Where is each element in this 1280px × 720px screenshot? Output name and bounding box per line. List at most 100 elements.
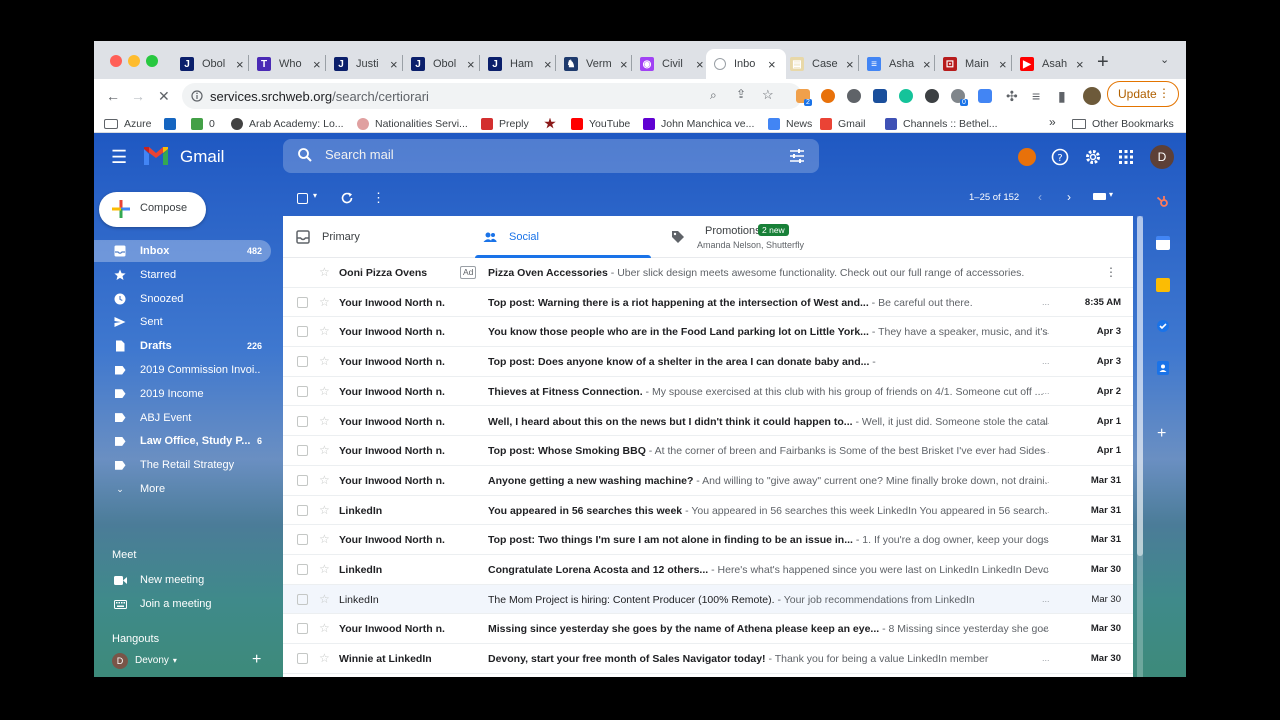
extension-blue-icon[interactable] — [873, 89, 887, 103]
star-icon[interactable]: ☆ — [319, 443, 330, 457]
input-tools-icon[interactable] — [1093, 193, 1106, 200]
browser-tab-8[interactable]: ▤ Case × — [782, 49, 856, 79]
update-button[interactable]: Update ⋮ — [1107, 81, 1179, 107]
bookmark-2[interactable]: 0 — [191, 116, 215, 131]
browser-tab-2[interactable]: J Justi × — [326, 49, 400, 79]
sidebar-item-drafts[interactable]: Drafts 226 — [94, 335, 271, 357]
search-options-icon[interactable] — [789, 148, 805, 164]
tab-close-icon[interactable]: × — [620, 57, 628, 72]
older-page-icon[interactable]: › — [1067, 190, 1071, 204]
sidebar-item-inbox[interactable]: Inbox 482 — [94, 240, 271, 262]
tab-close-icon[interactable]: × — [999, 57, 1007, 72]
browser-tab-4[interactable]: J Ham × — [480, 49, 554, 79]
star-icon[interactable]: ☆ — [319, 414, 330, 428]
browser-tab-6[interactable]: ◉ Civil × — [632, 49, 706, 79]
bookmark-8[interactable]: John Manchica ve... — [643, 116, 754, 131]
row-checkbox[interactable] — [297, 385, 308, 397]
reading-list-icon[interactable]: ≡ — [1032, 88, 1040, 104]
more-actions-icon[interactable]: ⋮ — [372, 190, 385, 206]
keep-icon[interactable] — [1156, 278, 1170, 292]
extension-orange-icon[interactable] — [821, 89, 835, 103]
sidebar-item-snoozed[interactable]: Snoozed — [94, 288, 271, 310]
browser-tab-3[interactable]: J Obol × — [403, 49, 477, 79]
profile-avatar[interactable] — [1083, 87, 1101, 105]
zoom-icon[interactable]: ⌕ — [710, 88, 717, 103]
tab-close-icon[interactable]: × — [923, 57, 931, 72]
star-icon[interactable]: ☆ — [319, 384, 330, 398]
email-row[interactable]: ☆ Your Inwood North n. Well, I heard about… — [283, 407, 1133, 437]
search-bar[interactable] — [283, 139, 819, 173]
gmail-logo-icon[interactable] — [142, 145, 170, 167]
sidebar-item-2019-income[interactable]: 2019 Income — [94, 383, 271, 405]
email-row[interactable]: ☆ Winnie at LinkedIn Devony, start your fr… — [283, 644, 1133, 674]
tab-close-icon[interactable]: × — [1076, 57, 1084, 72]
bookmarks-overflow[interactable]: » — [1049, 114, 1056, 129]
contacts-icon[interactable] — [1156, 361, 1170, 375]
email-row[interactable]: ☆ Your Inwood North n. Top post: Two thing… — [283, 525, 1133, 555]
row-checkbox[interactable] — [297, 564, 308, 575]
tab-close-icon[interactable]: × — [696, 57, 704, 72]
account-avatar[interactable]: D — [1150, 145, 1174, 169]
row-checkbox[interactable] — [297, 356, 308, 368]
row-checkbox[interactable] — [297, 474, 308, 486]
add-hangout-icon[interactable]: + — [252, 651, 261, 669]
row-checkbox[interactable] — [297, 653, 308, 665]
sidebar-item-more[interactable]: ⌄ More — [94, 478, 271, 500]
email-row[interactable]: ☆ LinkedIn The Mom Project is hiring: Cont… — [283, 584, 1133, 615]
bookmark-5[interactable]: Preply — [481, 116, 529, 131]
minimize-window-button[interactable] — [128, 55, 140, 67]
tab-search-icon[interactable]: ⌄ — [1160, 53, 1169, 66]
bookmark-star-icon[interactable]: ☆ — [762, 87, 774, 103]
star-icon[interactable]: ☆ — [319, 265, 330, 279]
select-all-checkbox[interactable] — [297, 193, 308, 204]
forward-icon[interactable]: → — [131, 88, 145, 104]
compose-button[interactable]: Compose — [99, 192, 206, 227]
email-row[interactable]: ☆ Your Inwood North n. Missing since yeste… — [283, 614, 1133, 645]
email-row[interactable]: ☆ LinkedIn Congratulate Lorena Acosta and … — [283, 555, 1133, 585]
email-row[interactable]: ☆ Your Inwood North n. Anyone getting a ne… — [283, 466, 1133, 496]
new-tab-button[interactable]: + — [1097, 51, 1109, 74]
row-checkbox[interactable] — [297, 445, 308, 457]
input-tools-dropdown-icon[interactable]: ▾ — [1109, 190, 1113, 199]
zoom-window-button[interactable] — [146, 55, 158, 67]
email-row[interactable]: ☆ Your Inwood North n. Top post: Whose Smo… — [283, 436, 1133, 466]
tasks-icon[interactable] — [1156, 319, 1170, 333]
scrollbar-thumb[interactable] — [1137, 216, 1143, 556]
get-addons-icon[interactable]: + — [1157, 425, 1166, 443]
bookmark-4[interactable]: Nationalities Servi... — [357, 116, 468, 131]
row-checkbox[interactable] — [297, 593, 308, 605]
browser-tab-7[interactable]: Inbo × — [706, 49, 786, 79]
star-icon[interactable]: ☆ — [319, 354, 330, 368]
row-checkbox[interactable] — [297, 296, 308, 308]
help-icon[interactable]: ? — [1051, 148, 1069, 166]
new-meeting-item[interactable]: New meeting — [94, 569, 271, 591]
bookmark-6[interactable] — [544, 116, 562, 131]
bookmark-10[interactable]: Gmail — [820, 116, 865, 131]
search-input[interactable] — [325, 147, 755, 162]
tab-social[interactable]: Social — [470, 216, 658, 258]
extension-s-icon[interactable] — [978, 89, 992, 103]
extension-grammarly-icon[interactable] — [899, 89, 913, 103]
sidebar-item-sent[interactable]: Sent — [94, 311, 271, 333]
extension-pinterest-icon[interactable] — [847, 89, 861, 103]
row-checkbox[interactable] — [297, 415, 308, 427]
tab-close-icon[interactable]: × — [236, 57, 244, 72]
bookmark-11[interactable]: Channels :: Bethel... — [885, 116, 998, 131]
star-icon[interactable]: ☆ — [319, 562, 330, 576]
extension-dark-icon[interactable] — [925, 89, 939, 103]
side-panel-icon[interactable]: ▮ — [1058, 88, 1066, 104]
hangouts-avatar[interactable]: D — [112, 653, 128, 669]
tab-close-icon[interactable]: × — [768, 57, 776, 72]
select-dropdown-icon[interactable]: ▾ — [313, 191, 317, 200]
sidebar-item-abj-event[interactable]: ABJ Event — [94, 407, 271, 429]
newer-page-icon[interactable]: ‹ — [1038, 190, 1042, 204]
browser-tab-5[interactable]: ♞ Verm × — [556, 49, 630, 79]
join-meeting-item[interactable]: Join a meeting — [94, 593, 271, 615]
share-icon[interactable]: ⇪ — [736, 87, 746, 101]
star-icon[interactable]: ☆ — [319, 473, 330, 487]
bookmark-3[interactable]: Arab Academy: Lo... — [231, 116, 344, 131]
tab-primary[interactable]: Primary — [283, 216, 473, 258]
tab-promotions[interactable]: Promotions — [658, 216, 908, 258]
browser-tab-11[interactable]: ▶ Asah × — [1012, 49, 1086, 79]
row-checkbox[interactable] — [297, 326, 308, 338]
